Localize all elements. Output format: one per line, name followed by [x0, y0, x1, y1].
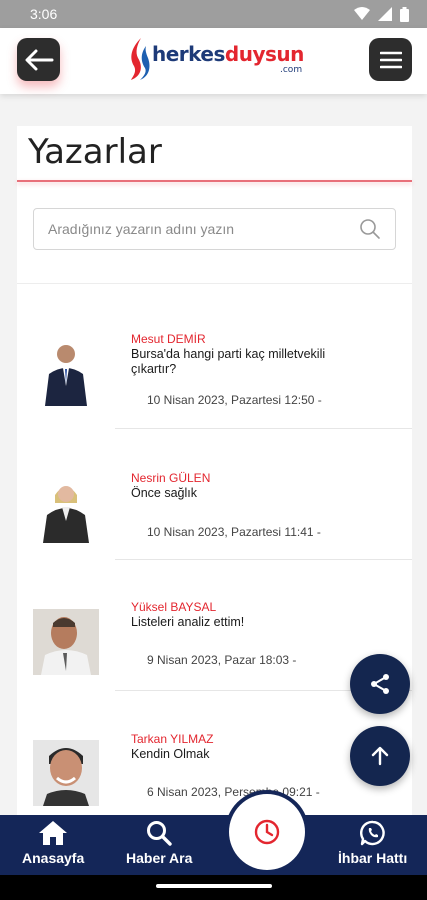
- status-bar: 3:06: [0, 0, 427, 28]
- search-placeholder: Aradığınız yazarın adını yazın: [48, 221, 234, 237]
- author-list-item[interactable]: Nesrin GÜLEN Önce sağlık 10 Nisan 2023, …: [17, 429, 412, 560]
- article-date: 9 Nisan 2023, Pazar 18:03 -: [147, 653, 297, 667]
- nav-search-label: Haber Ara: [126, 850, 193, 866]
- battery-icon: [400, 6, 409, 22]
- back-button[interactable]: [17, 38, 60, 81]
- flame-logo-icon: [131, 38, 150, 80]
- latest-news-button[interactable]: [229, 794, 305, 870]
- nav-tip-line-label: İhbar Hattı: [338, 850, 408, 866]
- author-name[interactable]: Tarkan YILMAZ: [131, 732, 213, 746]
- nav-home[interactable]: Anasayfa: [22, 815, 84, 875]
- author-name[interactable]: Nesrin GÜLEN: [131, 471, 210, 485]
- share-icon: [371, 674, 389, 694]
- article-headline[interactable]: Listeleri analiz ettim!: [131, 615, 361, 630]
- home-icon: [39, 821, 68, 845]
- article-date: 10 Nisan 2023, Pazartesi 11:41 -: [147, 525, 321, 539]
- clock-icon: [254, 819, 280, 845]
- author-name[interactable]: Mesut DEMİR: [131, 332, 206, 346]
- whatsapp-icon: [359, 820, 385, 846]
- site-logo[interactable]: herkesduysun .com: [128, 36, 304, 82]
- status-time: 3:06: [30, 6, 58, 22]
- article-headline[interactable]: Önce sağlık: [131, 486, 361, 501]
- home-gesture-handle[interactable]: [156, 884, 272, 888]
- author-photo: [33, 477, 99, 543]
- arrow-up-icon: [371, 746, 389, 766]
- nav-home-label: Anasayfa: [22, 850, 85, 866]
- signal-icon: [378, 7, 392, 21]
- hamburger-icon: [379, 51, 402, 68]
- page-title: Yazarlar: [28, 132, 162, 172]
- logo-suffix: .com: [280, 65, 303, 75]
- article-date: 6 Nisan 2023, Perşembe 09:21 -: [147, 785, 320, 799]
- article-headline[interactable]: Kendin Olmak: [131, 747, 361, 762]
- logo-secondary: duysun: [224, 42, 304, 66]
- search-icon: [147, 821, 172, 846]
- nav-search[interactable]: Haber Ara: [126, 815, 192, 875]
- search-icon[interactable]: [359, 218, 381, 240]
- author-search-input[interactable]: Aradığınız yazarın adını yazın: [33, 208, 396, 250]
- author-list-item[interactable]: Mesut DEMİR Bursa'da hangi parti kaç mil…: [17, 298, 412, 429]
- logo-primary: herkes: [152, 42, 225, 66]
- arrow-left-icon: [25, 49, 53, 70]
- wifi-icon: [354, 7, 370, 20]
- article-date: 10 Nisan 2023, Pazartesi 12:50 -: [147, 393, 322, 407]
- authors-card: Yazarlar Aradığınız yazarın adını yazın …: [17, 126, 412, 826]
- author-photo: [33, 740, 99, 806]
- menu-button[interactable]: [369, 38, 412, 81]
- title-underline: [17, 180, 412, 182]
- app-header: herkesduysun .com: [0, 28, 427, 94]
- share-button[interactable]: [350, 654, 410, 714]
- nav-tip-line[interactable]: İhbar Hattı: [338, 815, 407, 875]
- bottom-navigation: Anasayfa Haber Ara İhbar Hattı: [0, 815, 427, 875]
- list-separator: [17, 283, 412, 284]
- scroll-top-button[interactable]: [350, 726, 410, 786]
- author-photo: [33, 609, 99, 675]
- article-headline[interactable]: Bursa'da hangi parti kaç milletvekili çı…: [131, 347, 361, 377]
- author-name[interactable]: Yüksel BAYSAL: [131, 600, 216, 614]
- author-photo: [33, 340, 99, 406]
